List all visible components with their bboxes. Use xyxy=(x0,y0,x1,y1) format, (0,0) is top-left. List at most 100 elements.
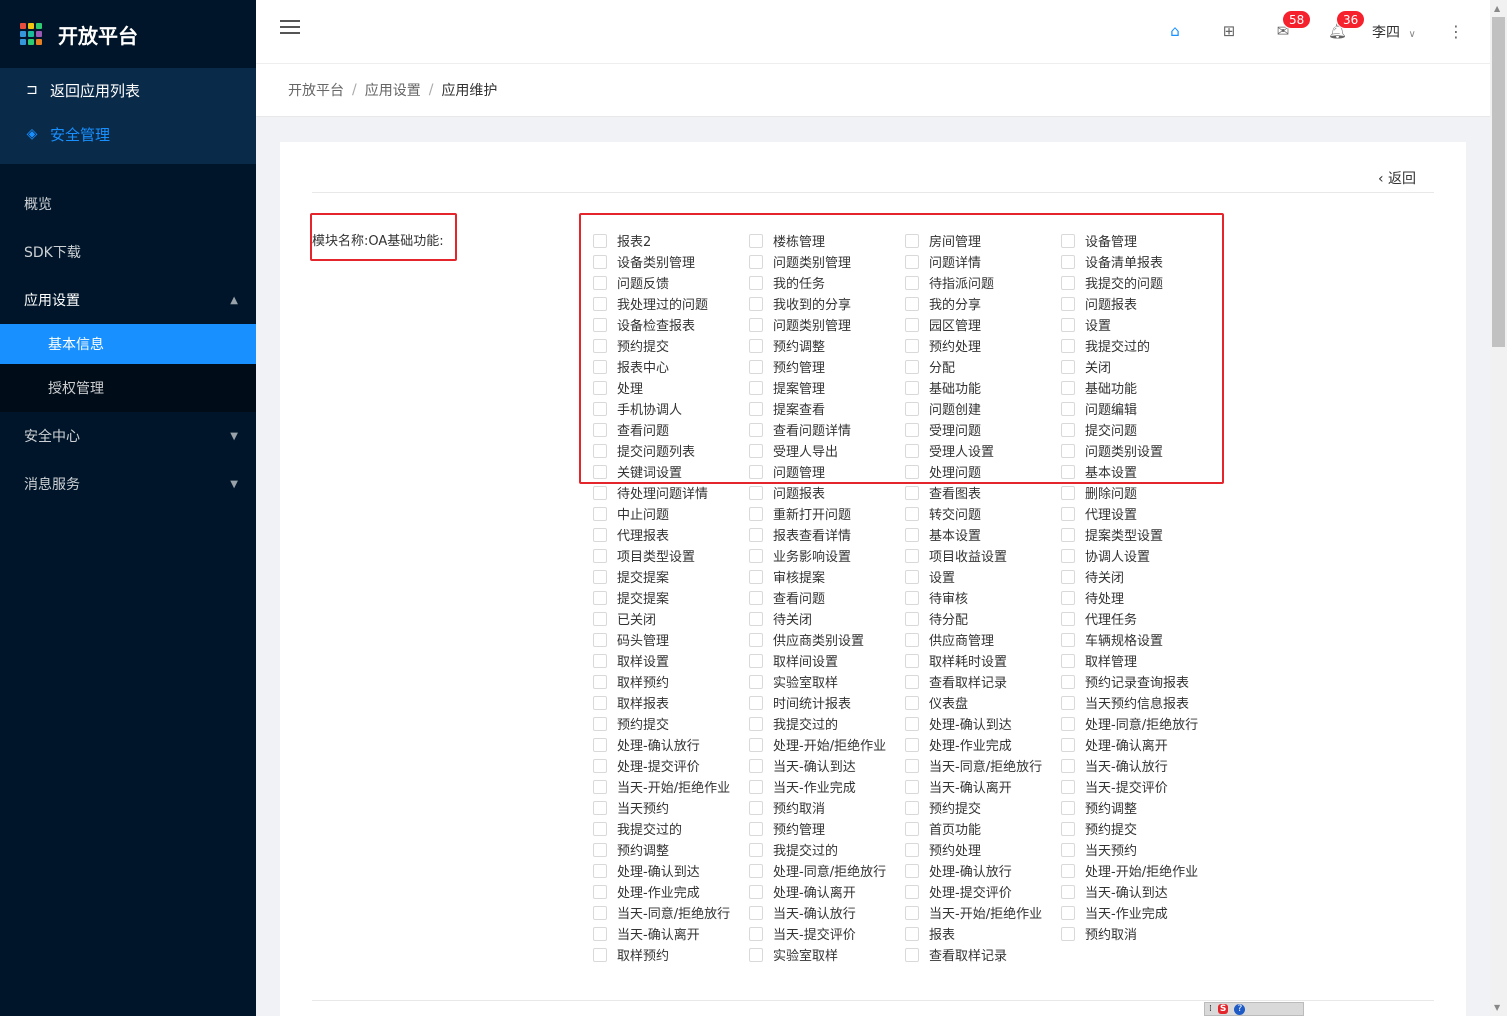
checkbox-square[interactable] xyxy=(1061,926,1075,941)
permission-checkbox[interactable]: 当天-确认到达 xyxy=(1061,881,1217,902)
checkbox-square[interactable] xyxy=(593,527,607,542)
permission-checkbox[interactable]: 处理-确认放行 xyxy=(905,860,1061,881)
checkbox-square[interactable] xyxy=(905,674,919,689)
permission-checkbox[interactable]: 处理-提交评价 xyxy=(905,881,1061,902)
checkbox-square[interactable] xyxy=(1061,527,1075,542)
ime-help-icon[interactable]: ? xyxy=(1234,1003,1246,1015)
checkbox-square[interactable] xyxy=(905,716,919,731)
checkbox-square[interactable] xyxy=(593,632,607,647)
permission-checkbox[interactable]: 处理-确认放行 xyxy=(593,734,749,755)
permission-checkbox[interactable]: 当天-确认到达 xyxy=(749,755,905,776)
sidebar-item-security-center[interactable]: 安全中心 ▼ xyxy=(0,412,256,460)
checkbox-square[interactable] xyxy=(905,779,919,794)
permission-checkbox[interactable]: 已关闭 xyxy=(593,608,749,629)
checkbox-square[interactable] xyxy=(593,800,607,815)
permission-checkbox[interactable]: 协调人设置 xyxy=(1061,545,1217,566)
scroll-down-arrow-icon[interactable]: ▼ xyxy=(1494,1003,1500,1012)
checkbox-square[interactable] xyxy=(749,590,763,605)
permission-checkbox[interactable]: 待处理问题详情 xyxy=(593,482,749,503)
permission-checkbox[interactable]: 查看问题 xyxy=(749,587,905,608)
permission-checkbox[interactable]: 当天-作业完成 xyxy=(749,776,905,797)
sidebar-item-basic-info[interactable]: 基本信息 xyxy=(0,324,256,364)
checkbox-square[interactable] xyxy=(905,758,919,773)
sidebar-item-message-service[interactable]: 消息服务 ▼ xyxy=(0,460,256,508)
permission-checkbox[interactable]: 重新打开问题 xyxy=(749,503,905,524)
permission-checkbox[interactable]: 待关闭 xyxy=(749,608,905,629)
checkbox-square[interactable] xyxy=(749,611,763,626)
checkbox-square[interactable] xyxy=(749,779,763,794)
permission-checkbox[interactable]: 报表 xyxy=(905,923,1061,944)
checkbox-square[interactable] xyxy=(1061,485,1075,500)
checkbox-square[interactable] xyxy=(905,527,919,542)
permission-checkbox[interactable]: 处理-开始/拒绝作业 xyxy=(1061,860,1217,881)
checkbox-square[interactable] xyxy=(1061,800,1075,815)
permission-checkbox[interactable]: 处理-确认到达 xyxy=(593,860,749,881)
permission-checkbox[interactable]: 设置 xyxy=(905,566,1061,587)
checkbox-square[interactable] xyxy=(1061,506,1075,521)
checkbox-square[interactable] xyxy=(905,611,919,626)
checkbox-square[interactable] xyxy=(749,716,763,731)
permission-checkbox[interactable]: 当天-同意/拒绝放行 xyxy=(593,902,749,923)
permission-checkbox[interactable]: 预约提交 xyxy=(1061,818,1217,839)
checkbox-square[interactable] xyxy=(749,695,763,710)
checkbox-square[interactable] xyxy=(593,947,607,962)
checkbox-square[interactable] xyxy=(593,716,607,731)
permission-checkbox[interactable]: 报表查看详情 xyxy=(749,524,905,545)
permission-checkbox[interactable]: 转交问题 xyxy=(905,503,1061,524)
checkbox-square[interactable] xyxy=(905,569,919,584)
permission-checkbox[interactable]: 码头管理 xyxy=(593,629,749,650)
permission-checkbox[interactable]: 预约取消 xyxy=(749,797,905,818)
checkbox-square[interactable] xyxy=(1061,737,1075,752)
permission-checkbox[interactable]: 仪表盘 xyxy=(905,692,1061,713)
permission-checkbox[interactable]: 项目收益设置 xyxy=(905,545,1061,566)
checkbox-square[interactable] xyxy=(749,758,763,773)
checkbox-square[interactable] xyxy=(905,800,919,815)
sidebar-item-sdk-download[interactable]: SDK下载 xyxy=(0,228,256,276)
sidebar-item-overview[interactable]: 概览 xyxy=(0,180,256,228)
permission-checkbox[interactable]: 当天-确认放行 xyxy=(1061,755,1217,776)
checkbox-square[interactable] xyxy=(749,569,763,584)
breadcrumb-item[interactable]: 应用设置 xyxy=(365,80,421,100)
permission-checkbox[interactable]: 查看取样记录 xyxy=(905,944,1061,965)
sidebar-item-app-settings[interactable]: 应用设置 ▲ xyxy=(0,276,256,324)
checkbox-square[interactable] xyxy=(905,548,919,563)
page-scrollbar[interactable]: ▲ ▼ xyxy=(1490,0,1507,1016)
permission-checkbox[interactable]: 取样间设置 xyxy=(749,650,905,671)
permission-checkbox[interactable]: 取样预约 xyxy=(593,944,749,965)
scroll-up-arrow-icon[interactable]: ▲ xyxy=(1494,4,1500,13)
checkbox-square[interactable] xyxy=(1061,842,1075,857)
permission-checkbox[interactable]: 当天预约 xyxy=(593,797,749,818)
permission-checkbox[interactable]: 中止问题 xyxy=(593,503,749,524)
checkbox-square[interactable] xyxy=(905,926,919,941)
checkbox-square[interactable] xyxy=(905,947,919,962)
checkbox-square[interactable] xyxy=(905,863,919,878)
checkbox-square[interactable] xyxy=(593,569,607,584)
checkbox-square[interactable] xyxy=(905,506,919,521)
permission-checkbox[interactable]: 项目类型设置 xyxy=(593,545,749,566)
permission-checkbox[interactable]: 待审核 xyxy=(905,587,1061,608)
checkbox-square[interactable] xyxy=(749,905,763,920)
permission-checkbox[interactable]: 问题报表 xyxy=(749,482,905,503)
permission-checkbox[interactable]: 当天-开始/拒绝作业 xyxy=(593,776,749,797)
permission-checkbox[interactable]: 处理-同意/拒绝放行 xyxy=(1061,713,1217,734)
permission-checkbox[interactable]: 处理-确认到达 xyxy=(905,713,1061,734)
permission-checkbox[interactable]: 处理-提交评价 xyxy=(593,755,749,776)
checkbox-square[interactable] xyxy=(1061,695,1075,710)
checkbox-square[interactable] xyxy=(593,926,607,941)
checkbox-square[interactable] xyxy=(593,590,607,605)
permission-checkbox[interactable]: 待处理 xyxy=(1061,587,1217,608)
security-management[interactable]: ◈ 安全管理 xyxy=(0,112,256,156)
more-vertical-icon[interactable]: ⋮ xyxy=(1448,22,1464,41)
checkbox-square[interactable] xyxy=(593,821,607,836)
user-menu[interactable]: 李四 ∨ xyxy=(1372,22,1416,42)
permission-checkbox[interactable]: 当天-确认离开 xyxy=(593,923,749,944)
permission-checkbox[interactable]: 车辆规格设置 xyxy=(1061,629,1217,650)
checkbox-square[interactable] xyxy=(593,737,607,752)
checkbox-square[interactable] xyxy=(749,527,763,542)
permission-checkbox[interactable]: 审核提案 xyxy=(749,566,905,587)
permission-checkbox[interactable]: 处理-确认离开 xyxy=(1061,734,1217,755)
checkbox-square[interactable] xyxy=(905,821,919,836)
permission-checkbox[interactable]: 待分配 xyxy=(905,608,1061,629)
ime-toolbar[interactable]: ⁞ S ? xyxy=(1204,1002,1304,1016)
back-to-app-list[interactable]: ⊐ 返回应用列表 xyxy=(0,68,256,112)
